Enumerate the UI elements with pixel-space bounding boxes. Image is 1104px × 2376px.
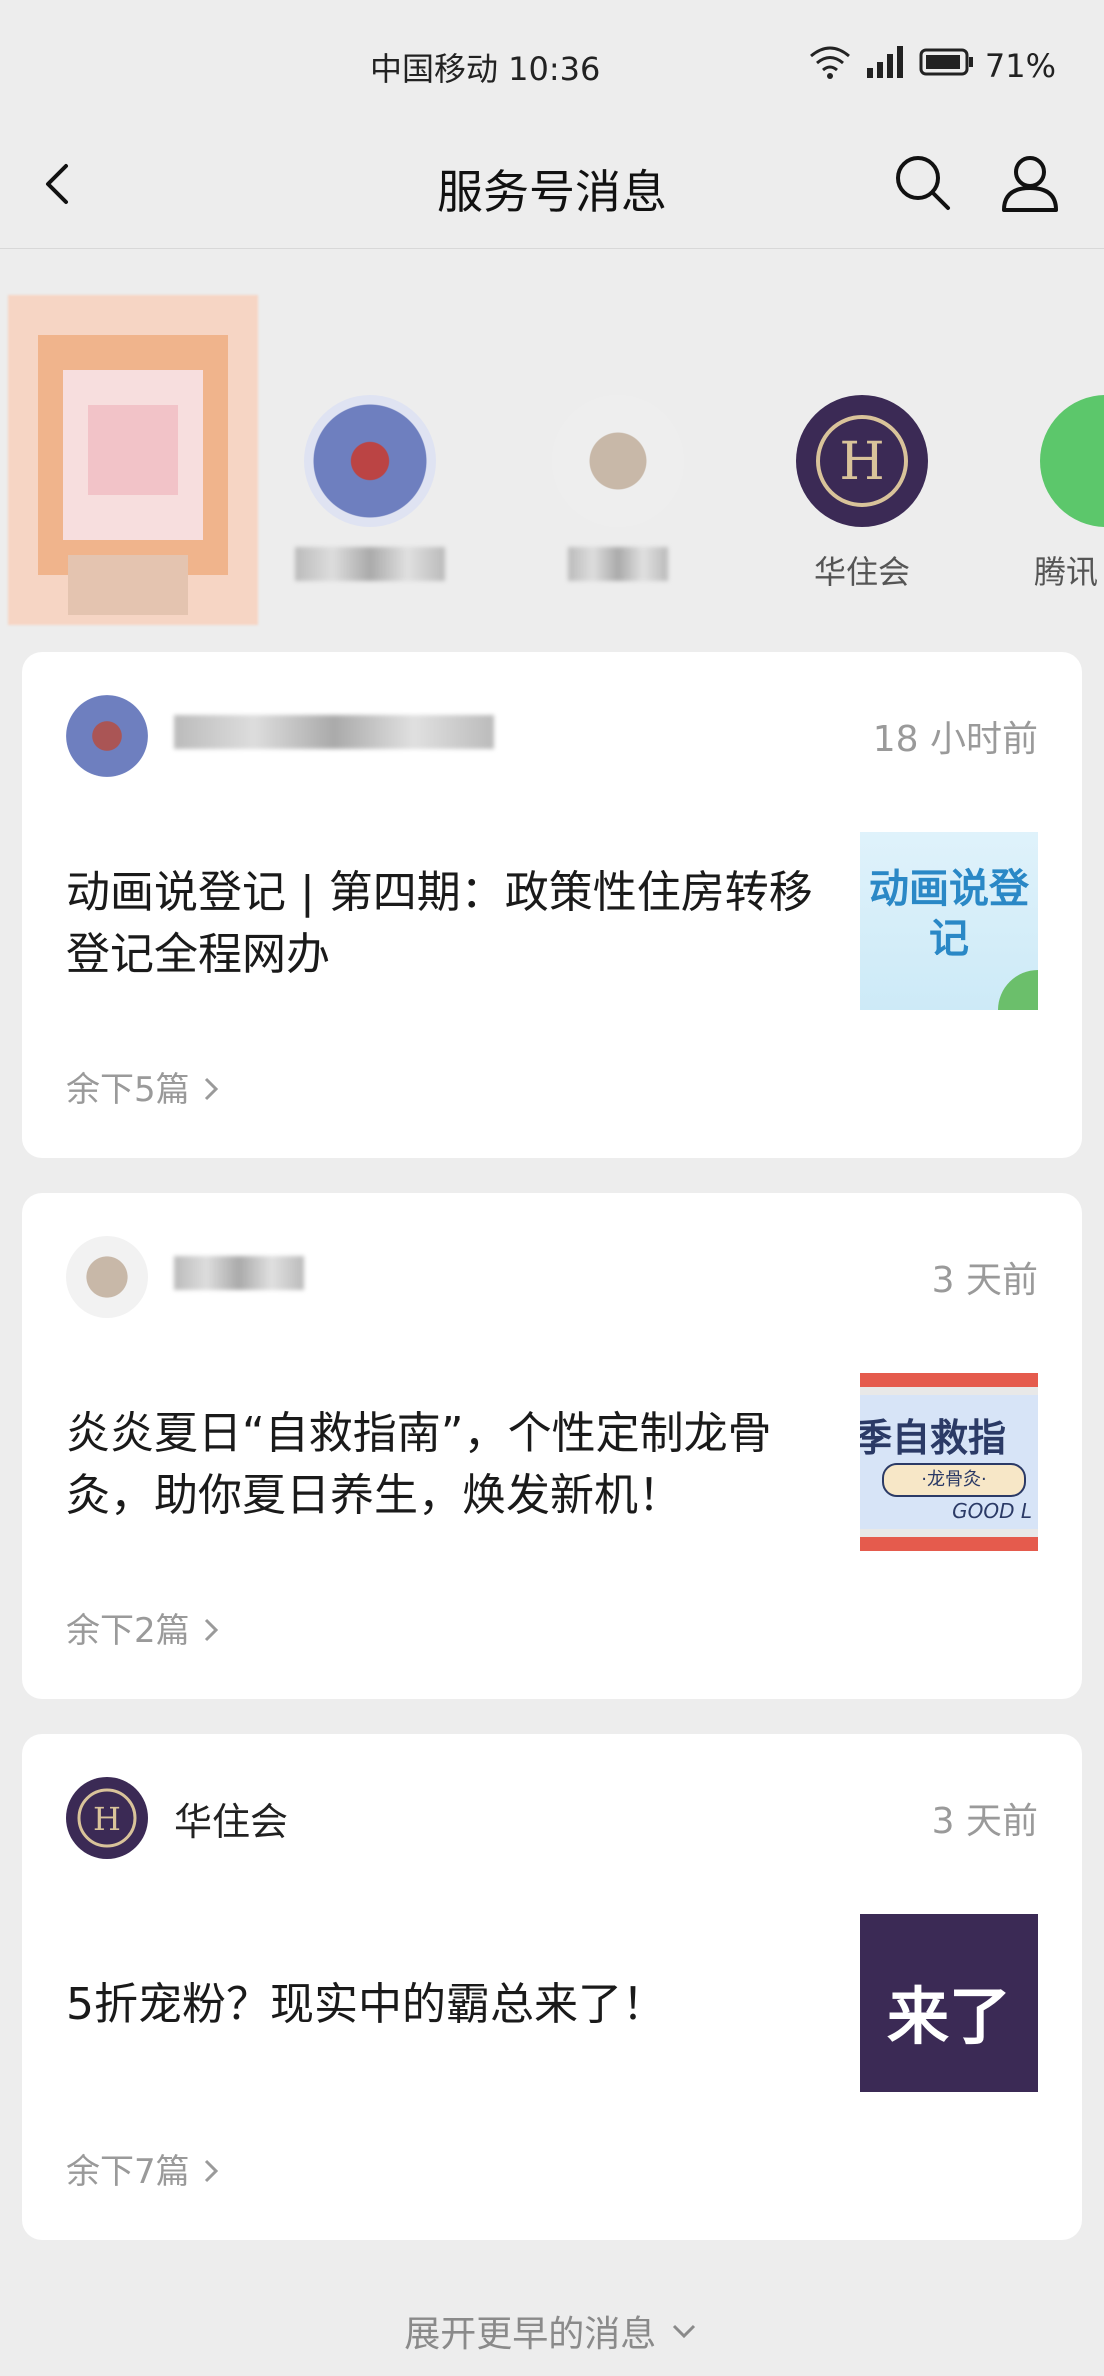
account-name-blurred <box>295 547 445 581</box>
search-icon[interactable] <box>890 150 954 214</box>
message-title[interactable]: 5折宠粉？现实中的霸总来了！ <box>66 1974 846 2036</box>
account-item-3[interactable] <box>528 275 708 587</box>
message-time: 3 天前 <box>931 1801 1038 1842</box>
wifi-icon <box>807 44 853 88</box>
more-articles-label: 余下7篇 <box>66 2152 190 2192</box>
more-articles-link[interactable]: 余下5篇 <box>66 1062 222 1111</box>
chevron-down-icon <box>668 2314 700 2355</box>
account-avatar <box>66 1236 148 1318</box>
expand-earlier-messages[interactable]: 展开更早的消息 <box>0 2305 1104 2357</box>
account-name: 华住会 <box>174 1799 289 1844</box>
account-avatar <box>66 695 148 777</box>
account-name-blurred <box>174 714 494 758</box>
article-thumbnail[interactable]: 动画说登记 <box>860 832 1038 1010</box>
message-time: 18 小时前 <box>872 719 1038 760</box>
message-title[interactable]: 动画说登记 | 第四期：政策性住房转移登记全程网办 <box>66 862 846 986</box>
message-card[interactable]: 3 天前 炎炎夏日“自救指南”，个性定制龙骨灸，助你夏日养生，焕发新机！ 季自救… <box>22 1193 1082 1699</box>
svg-text:H: H <box>839 432 884 492</box>
message-time: 3 天前 <box>931 1260 1038 1301</box>
huazhu-logo-icon: H <box>796 395 928 527</box>
thumbnail-signature: GOOD L <box>952 1499 1032 1523</box>
nav-bar: 服务号消息 <box>0 130 1104 249</box>
huazhu-logo-icon: H <box>66 1777 148 1859</box>
account-avatar-3 <box>552 395 684 527</box>
account-avatar-1[interactable] <box>8 295 258 645</box>
more-articles-label: 余下5篇 <box>66 1070 190 1110</box>
recent-accounts: H 华住会 腾讯 <box>0 275 1104 645</box>
thumbnail-text: 动画说登记 <box>869 866 1029 962</box>
account-item-2[interactable] <box>280 275 460 587</box>
thumbnail-text: 季自救指 <box>860 1416 1007 1460</box>
account-item-huazhu[interactable]: H 华住会 <box>772 275 952 591</box>
more-articles-label: 余下2篇 <box>66 1611 190 1651</box>
account-name: 华住会 <box>813 553 910 591</box>
account-avatar-2 <box>304 395 436 527</box>
message-card[interactable]: 18 小时前 动画说登记 | 第四期：政策性住房转移登记全程网办 动画说登记 余… <box>22 652 1082 1158</box>
status-right: 71% <box>807 44 1056 88</box>
svg-text:H: H <box>93 1800 121 1838</box>
account-item-tencent[interactable]: 腾讯 <box>1016 275 1104 591</box>
card-header <box>66 1236 304 1318</box>
article-thumbnail[interactable]: 季自救指 ·龙骨灸· GOOD L <box>860 1373 1038 1551</box>
expand-earlier-label: 展开更早的消息 <box>404 2314 657 2355</box>
thumbnail-text: 来了 <box>886 1980 1011 2053</box>
chevron-right-icon <box>200 1070 222 1110</box>
account-name-blurred <box>568 547 668 581</box>
message-title[interactable]: 炎炎夏日“自救指南”，个性定制龙骨灸，助你夏日养生，焕发新机！ <box>66 1403 846 1527</box>
carrier-time: 中国移动 10:36 <box>370 50 601 88</box>
more-articles-link[interactable]: 余下2篇 <box>66 1603 222 1652</box>
user-icon[interactable] <box>998 150 1062 214</box>
battery-level: 71% <box>984 47 1056 85</box>
thumbnail-subtitle: ·龙骨灸· <box>882 1463 1026 1497</box>
account-name-blurred <box>174 1255 304 1299</box>
account-name: 腾讯 <box>1034 553 1099 591</box>
more-articles-link[interactable]: 余下7篇 <box>66 2144 222 2193</box>
card-header: H 华住会 <box>66 1777 289 1859</box>
chat-bubble-icon <box>1040 395 1104 527</box>
battery-icon <box>919 47 975 85</box>
chevron-right-icon <box>200 2152 222 2192</box>
message-card[interactable]: H 华住会 3 天前 5折宠粉？现实中的霸总来了！ 来了 余下7篇 <box>22 1734 1082 2240</box>
card-header <box>66 695 494 777</box>
article-thumbnail[interactable]: 来了 <box>860 1914 1038 2092</box>
signal-icon <box>863 44 909 88</box>
status-bar: 中国移动 10:36 71% <box>0 0 1104 130</box>
chevron-right-icon <box>200 1611 222 1651</box>
